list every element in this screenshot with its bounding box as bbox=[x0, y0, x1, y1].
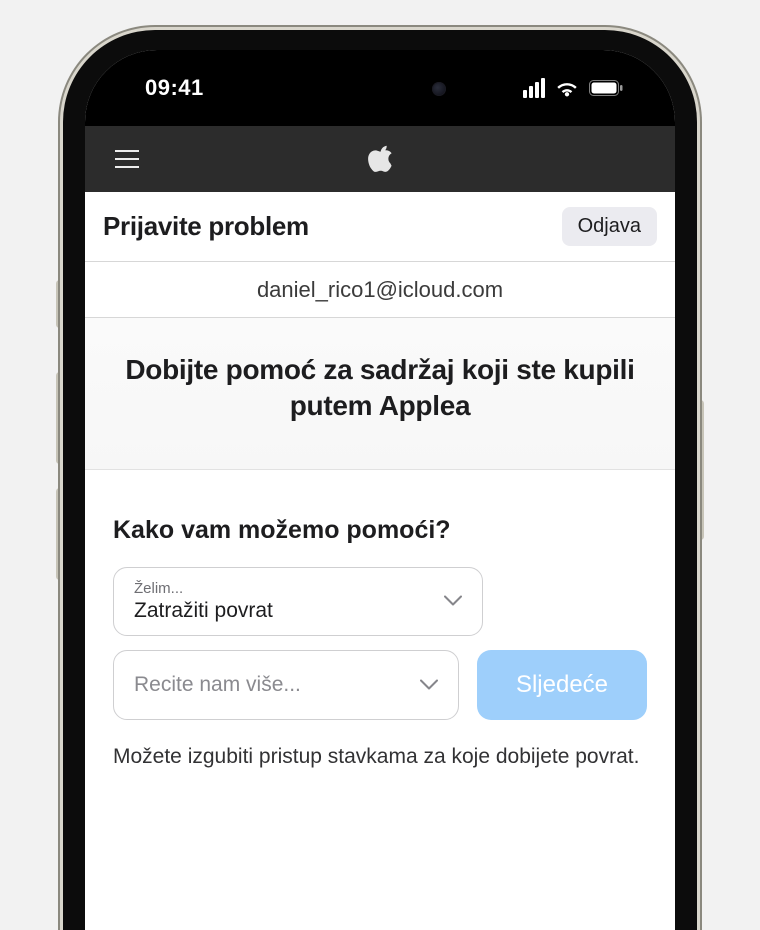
logout-button[interactable]: Odjava bbox=[562, 207, 657, 246]
page-title: Prijavite problem bbox=[103, 211, 309, 242]
want-select-value: Zatražiti povrat bbox=[134, 599, 430, 623]
refund-note: Možete izgubiti pristup stavkama za koje… bbox=[113, 742, 647, 771]
side-button-silence bbox=[56, 280, 63, 328]
cellular-icon bbox=[523, 78, 545, 98]
form-question: Kako vam možemo pomoći? bbox=[113, 516, 647, 545]
nav-bar bbox=[85, 126, 675, 192]
want-select-label: Želim... bbox=[134, 580, 430, 597]
want-select[interactable]: Želim... Zatražiti povrat bbox=[113, 567, 483, 636]
apple-logo-icon bbox=[368, 145, 392, 173]
side-button-vol-up bbox=[56, 372, 63, 464]
screen: 09:41 bbox=[85, 50, 675, 930]
title-bar: Prijavite problem Odjava bbox=[85, 192, 675, 262]
status-time: 09:41 bbox=[145, 75, 204, 101]
tell-more-placeholder: Recite nam više... bbox=[134, 673, 406, 697]
hero-section: Dobijte pomoć za sadržaj koji ste kupili… bbox=[85, 318, 675, 470]
battery-icon bbox=[589, 80, 623, 96]
status-indicators bbox=[523, 78, 623, 98]
form-section: Kako vam možemo pomoći? Želim... Zatraži… bbox=[85, 470, 675, 771]
account-email: daniel_rico1@icloud.com bbox=[257, 277, 503, 303]
menu-icon bbox=[115, 150, 139, 152]
side-button-power bbox=[697, 400, 704, 540]
camera-icon bbox=[432, 82, 446, 96]
next-button[interactable]: Sljedeće bbox=[477, 650, 647, 720]
status-bar: 09:41 bbox=[85, 50, 675, 126]
phone-frame: 09:41 bbox=[63, 30, 697, 930]
menu-button[interactable] bbox=[107, 142, 147, 176]
tell-more-select[interactable]: Recite nam više... bbox=[113, 650, 459, 720]
account-bar: daniel_rico1@icloud.com bbox=[85, 262, 675, 318]
hero-heading: Dobijte pomoć za sadržaj koji ste kupili… bbox=[111, 352, 649, 425]
wifi-icon bbox=[555, 79, 579, 97]
chevron-down-icon bbox=[444, 596, 462, 607]
dynamic-island bbox=[300, 68, 460, 110]
chevron-down-icon bbox=[420, 679, 438, 690]
side-button-vol-down bbox=[56, 488, 63, 580]
